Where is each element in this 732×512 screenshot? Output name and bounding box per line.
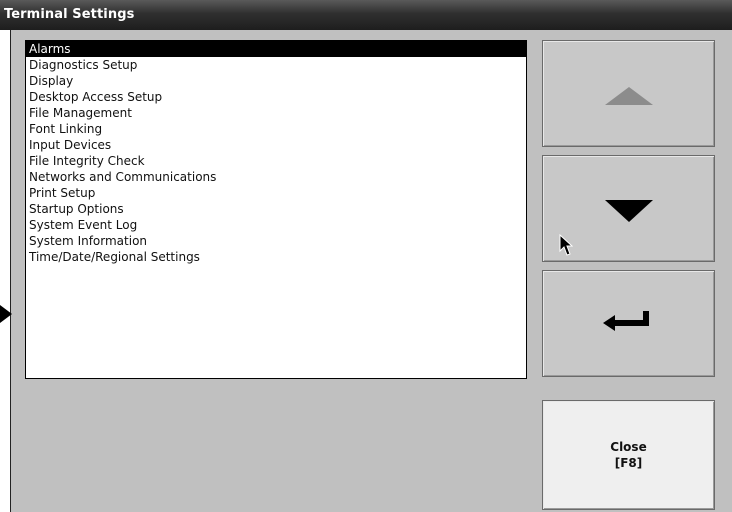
scroll-up-button[interactable] [542, 40, 715, 147]
list-item[interactable]: Input Devices [26, 137, 526, 153]
title-bar: Terminal Settings [0, 0, 732, 30]
list-item[interactable]: File Management [26, 105, 526, 121]
close-label-text: Close [610, 440, 647, 454]
close-button[interactable]: Close [F8] [542, 400, 715, 510]
list-item[interactable]: System Event Log [26, 217, 526, 233]
enter-arrow-icon [603, 311, 649, 331]
list-item[interactable]: Alarms [26, 41, 526, 57]
mouse-cursor-icon [559, 234, 573, 256]
close-button-label: Close [F8] [543, 439, 714, 471]
terminal-settings-window: Terminal Settings Alarms Diagnostics Set… [0, 0, 732, 512]
close-shortcut-text: [F8] [614, 456, 643, 470]
list-item[interactable]: Time/Date/Regional Settings [26, 249, 526, 265]
list-item[interactable]: Desktop Access Setup [26, 89, 526, 105]
triangle-up-icon [605, 87, 653, 105]
list-item[interactable]: Networks and Communications [26, 169, 526, 185]
list-item[interactable]: File Integrity Check [26, 153, 526, 169]
scroll-down-button[interactable] [542, 155, 715, 262]
list-item[interactable]: Diagnostics Setup [26, 57, 526, 73]
enter-button[interactable] [542, 270, 715, 377]
settings-listbox[interactable]: Alarms Diagnostics Setup Display Desktop… [25, 40, 527, 379]
window-title: Terminal Settings [4, 7, 135, 22]
list-item[interactable]: Display [26, 73, 526, 89]
left-edge-strip [0, 30, 11, 512]
list-item[interactable]: Startup Options [26, 201, 526, 217]
list-item[interactable]: System Information [26, 233, 526, 249]
triangle-down-icon [605, 200, 653, 222]
list-item[interactable]: Font Linking [26, 121, 526, 137]
list-item[interactable]: Print Setup [26, 185, 526, 201]
pointer-arrow-icon [0, 305, 12, 323]
